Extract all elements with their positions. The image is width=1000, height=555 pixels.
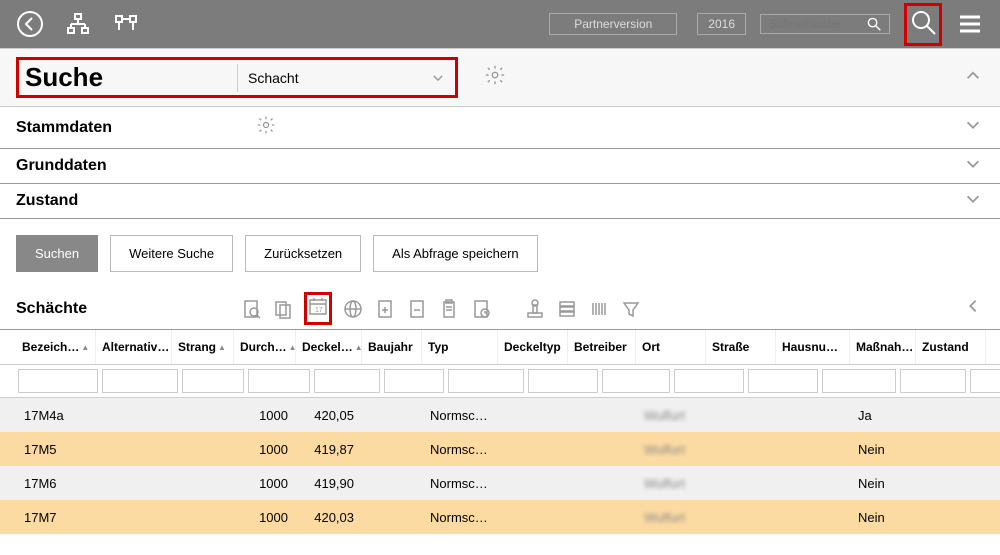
section-grunddaten[interactable]: Grunddaten (0, 149, 1000, 184)
results-header: Schächte 17 (0, 288, 1000, 330)
save-query-button[interactable]: Als Abfrage speichern (373, 235, 537, 272)
quicksearch-field[interactable] (760, 14, 890, 34)
back-button[interactable] (16, 10, 44, 38)
add-doc-icon[interactable] (374, 298, 396, 320)
app-header: Partnerversion 2016 (0, 0, 1000, 48)
filter-row (0, 365, 1000, 398)
section-title-zustand: Zustand (16, 192, 256, 210)
col-betreiber[interactable]: Betreiber (568, 330, 636, 364)
results-table: Bezeich…▲ Alternativ…▲ Strang▲ Durch…▲ D… (0, 330, 1000, 534)
section-zustand[interactable]: Zustand (0, 184, 1000, 219)
calendar-button[interactable]: 17 (304, 292, 332, 325)
chevron-down-icon (964, 116, 982, 139)
col-strasse[interactable]: Straße (706, 330, 776, 364)
table-row[interactable]: 17M4a1000420,05Normsc…WulfurtJa (0, 398, 1000, 432)
globe-icon[interactable] (342, 298, 364, 320)
remove-doc-icon[interactable] (406, 298, 428, 320)
filter-massnahme[interactable] (900, 369, 966, 393)
col-hausnummer[interactable]: Hausnu… (776, 330, 850, 364)
action-buttons: Suchen Weitere Suche Zurücksetzen Als Ab… (0, 219, 1000, 288)
filter-ort[interactable] (674, 369, 744, 393)
filter-icon[interactable] (620, 298, 642, 320)
reset-button[interactable]: Zurücksetzen (245, 235, 361, 272)
collapse-search-icon[interactable] (964, 66, 982, 89)
filter-hausnummer[interactable] (822, 369, 896, 393)
col-deckel[interactable]: Deckel…▲ (296, 330, 362, 364)
section-stammdaten[interactable]: Stammdaten (0, 107, 1000, 149)
filter-strasse[interactable] (748, 369, 818, 393)
filter-betreiber[interactable] (602, 369, 670, 393)
search-settings-button[interactable] (484, 64, 506, 91)
search-title-group: Suche Schacht (16, 57, 458, 98)
stamp-icon[interactable] (524, 298, 546, 320)
table-row[interactable]: 17M71000420,03Normsc…WulfurtNein (0, 500, 1000, 534)
version-badge[interactable]: Partnerversion (549, 13, 677, 35)
rows-icon[interactable] (556, 298, 578, 320)
filter-bezeichnung[interactable] (18, 369, 98, 393)
svg-text:17: 17 (315, 307, 323, 314)
filter-strang[interactable] (182, 369, 244, 393)
clipboard-icon[interactable] (438, 298, 460, 320)
pipe-icon[interactable] (112, 10, 140, 38)
col-ort[interactable]: Ort (636, 330, 706, 364)
copy-icon[interactable] (272, 298, 294, 320)
quicksearch-input[interactable] (769, 17, 859, 31)
chevron-down-icon (964, 155, 982, 178)
collapse-results-icon[interactable] (964, 297, 982, 320)
search-title: Suche (19, 60, 237, 95)
year-badge[interactable]: 2016 (697, 13, 746, 35)
search-panel: Suche Schacht Stammdaten Grunddaten Zust… (0, 48, 1000, 288)
col-typ[interactable]: Typ (422, 330, 498, 364)
menu-button[interactable] (956, 10, 984, 38)
preview-icon[interactable] (240, 298, 262, 320)
col-durch[interactable]: Durch…▲ (234, 330, 296, 364)
col-baujahr[interactable]: Baujahr (362, 330, 422, 364)
col-bezeichnung[interactable]: Bezeich…▲ (16, 330, 96, 364)
search-header: Suche Schacht (0, 49, 1000, 107)
col-strang[interactable]: Strang▲ (172, 330, 234, 364)
stammdaten-settings-icon[interactable] (256, 115, 276, 140)
col-deckeltyp[interactable]: Deckeltyp (498, 330, 568, 364)
global-search-button[interactable] (904, 3, 942, 46)
filter-deckeltyp[interactable] (528, 369, 598, 393)
doc-time-icon[interactable] (470, 298, 492, 320)
more-search-button[interactable]: Weitere Suche (110, 235, 233, 272)
filter-baujahr[interactable] (384, 369, 444, 393)
col-massnahme[interactable]: Maßnah… (850, 330, 916, 364)
search-button[interactable]: Suchen (16, 235, 98, 272)
barcode-icon[interactable] (588, 298, 610, 320)
section-title-grunddaten: Grunddaten (16, 157, 256, 175)
filter-durch[interactable] (248, 369, 310, 393)
table-body: 17M4a1000420,05Normsc…WulfurtJa17M510004… (0, 398, 1000, 534)
col-alternativ[interactable]: Alternativ…▲ (96, 330, 172, 364)
filter-alternativ[interactable] (102, 369, 178, 393)
table-row[interactable]: 17M51000419,87Normsc…WulfurtNein (0, 432, 1000, 466)
filter-typ[interactable] (448, 369, 524, 393)
filter-deckel[interactable] (314, 369, 380, 393)
chevron-down-icon (964, 190, 982, 213)
network-icon[interactable] (64, 10, 92, 38)
section-title-stammdaten: Stammdaten (16, 119, 256, 137)
col-zustand[interactable]: Zustand (916, 330, 986, 364)
search-type-select[interactable]: Schacht (237, 64, 455, 92)
search-type-value: Schacht (248, 70, 299, 86)
table-row[interactable]: 17M61000419,90Normsc…WulfurtNein (0, 466, 1000, 500)
table-header: Bezeich…▲ Alternativ…▲ Strang▲ Durch…▲ D… (0, 330, 1000, 365)
results-title: Schächte (16, 300, 240, 318)
filter-zustand[interactable] (970, 369, 1000, 393)
results-toolbar: 17 (240, 292, 642, 325)
